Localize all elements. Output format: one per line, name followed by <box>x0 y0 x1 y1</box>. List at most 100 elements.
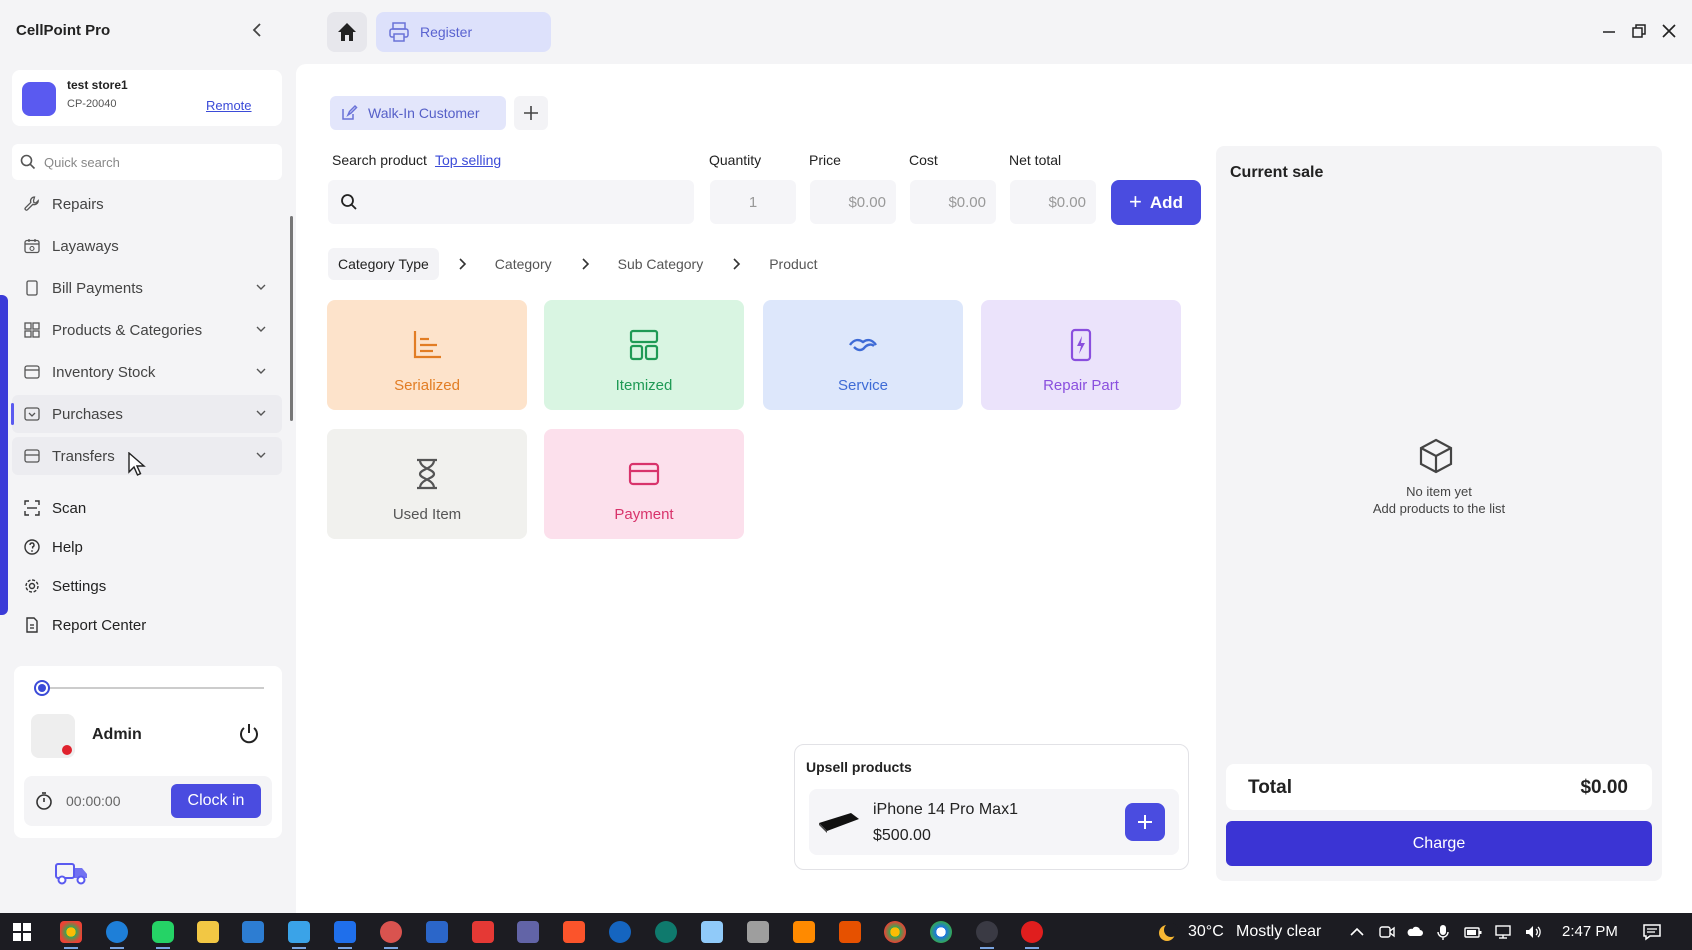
cost-field[interactable] <box>910 180 996 224</box>
sidebar-item-label: Report Center <box>52 616 147 634</box>
upsell-add-button[interactable] <box>1125 803 1165 841</box>
app-icon-10[interactable] <box>839 921 861 943</box>
network-icon[interactable] <box>1494 923 1512 941</box>
app-icon-5[interactable] <box>472 921 494 943</box>
chevron-up-icon[interactable] <box>1348 923 1366 941</box>
slider-knob[interactable] <box>34 680 50 696</box>
chrome-profile-2-icon[interactable] <box>930 921 952 943</box>
meet-icon[interactable] <box>1378 923 1396 941</box>
upsell-panel: Upsell products iPhone 14 Pro Max1 $500.… <box>794 744 1189 870</box>
cloud-icon[interactable] <box>1406 923 1424 941</box>
teams-icon[interactable] <box>517 921 539 943</box>
close-icon[interactable] <box>1660 22 1678 40</box>
sidebar-item-report-center[interactable]: Report Center <box>12 607 282 643</box>
notifications-icon[interactable] <box>1642 922 1662 942</box>
product-search-input[interactable] <box>368 193 678 211</box>
collapse-sidebar-icon[interactable] <box>248 20 268 40</box>
weather-condition: Mostly clear <box>1236 923 1322 940</box>
sidebar-item-transfers[interactable]: Transfers <box>12 437 282 475</box>
tile-repair-part[interactable]: Repair Part <box>981 300 1181 410</box>
total-label: Total <box>1248 777 1292 798</box>
quantity-field[interactable] <box>710 180 796 224</box>
app-icon-8[interactable] <box>701 921 723 943</box>
tile-itemized[interactable]: Itemized <box>544 300 744 410</box>
app-icon-3[interactable] <box>380 921 402 949</box>
edge-icon[interactable] <box>106 921 128 949</box>
search-product-label: Search product <box>332 152 427 168</box>
add-customer-button[interactable] <box>514 96 548 130</box>
app-icon-7[interactable] <box>655 921 677 943</box>
remote-link[interactable]: Remote <box>206 98 252 113</box>
breadcrumb-category[interactable]: Category <box>485 248 562 280</box>
calculator-icon[interactable] <box>747 921 769 943</box>
tile-used-item[interactable]: Used Item <box>327 429 527 539</box>
delivery-truck-icon[interactable] <box>52 858 92 888</box>
app-icon-6[interactable] <box>609 921 631 943</box>
top-selling-link[interactable]: Top selling <box>435 152 501 168</box>
home-button[interactable] <box>327 12 367 52</box>
app-icon-1[interactable] <box>288 921 310 949</box>
customer-tab[interactable]: Walk-In Customer <box>330 96 506 130</box>
file-explorer-icon[interactable] <box>197 921 219 943</box>
timer-text: 00:00:00 <box>66 793 121 809</box>
upsell-item[interactable]: iPhone 14 Pro Max1 $500.00 <box>809 789 1179 855</box>
windows-start-icon[interactable] <box>11 921 33 943</box>
price-field[interactable] <box>810 180 896 224</box>
sidebar-item-layaways[interactable]: Layaways <box>12 227 282 265</box>
store-card: test store1 CP-20040 Remote <box>12 70 282 126</box>
tile-serialized[interactable]: Serialized <box>327 300 527 410</box>
store-icon[interactable] <box>242 921 264 943</box>
tile-payment[interactable]: Payment <box>544 429 744 539</box>
customer-tab-label: Walk-In Customer <box>368 105 480 121</box>
search-icon <box>341 194 357 210</box>
sidebar-item-repairs[interactable]: Repairs <box>12 185 282 223</box>
sidebar-scrollbar[interactable] <box>290 216 293 421</box>
upsell-product-price: $500.00 <box>873 827 931 844</box>
sidebar-item-scan[interactable]: Scan <box>12 490 282 526</box>
sidebar-item-bill-payments[interactable]: Bill Payments <box>12 269 282 307</box>
tile-service[interactable]: Service <box>763 300 963 410</box>
app-window: CellPoint Pro test store1 CP-20040 Remot… <box>0 0 1692 913</box>
app-icon-2[interactable] <box>334 921 356 949</box>
sidebar-item-products-categories[interactable]: Products & Categories <box>12 311 282 349</box>
layout-icon <box>629 329 659 361</box>
whatsapp-icon[interactable] <box>152 921 174 949</box>
sidebar-item-settings[interactable]: Settings <box>12 568 282 604</box>
battery-icon[interactable] <box>1464 923 1482 941</box>
sidebar-item-help[interactable]: Help <box>12 529 282 565</box>
brave-icon[interactable] <box>563 921 585 943</box>
charge-button[interactable]: Charge <box>1226 821 1652 866</box>
app-icon-4[interactable] <box>426 921 448 943</box>
slider-track[interactable] <box>42 687 264 689</box>
breadcrumb-sub-category[interactable]: Sub Category <box>608 248 714 280</box>
net-total-field[interactable] <box>1010 180 1096 224</box>
clock-in-button[interactable]: Clock in <box>171 784 261 818</box>
home-icon <box>338 23 356 41</box>
cellpoint-app-icon[interactable] <box>976 921 998 949</box>
breadcrumb-category-type[interactable]: Category Type <box>328 248 439 280</box>
chrome-profile-icon[interactable] <box>884 921 906 943</box>
quick-search-input[interactable] <box>44 154 264 170</box>
add-product-button[interactable]: + Add <box>1111 180 1201 225</box>
empty-message: No item yet <box>1406 484 1472 499</box>
sidebar-item-label: Repairs <box>52 195 104 213</box>
microphone-icon[interactable] <box>1434 923 1452 941</box>
purchase-icon <box>22 404 42 424</box>
bill-icon <box>22 278 42 298</box>
sidebar-item-label: Scan <box>52 499 87 517</box>
clock-time: 2:47 PM <box>1562 923 1618 940</box>
power-icon[interactable] <box>236 721 262 747</box>
app-icon-9[interactable] <box>793 921 815 943</box>
chrome-icon[interactable] <box>60 921 82 949</box>
minimize-icon[interactable] <box>1600 22 1618 40</box>
price-label: Price <box>809 152 841 168</box>
tab-register[interactable]: Register <box>376 12 551 52</box>
sidebar-item-inventory-stock[interactable]: Inventory Stock <box>12 353 282 391</box>
volume-icon[interactable] <box>1524 923 1542 941</box>
record-icon[interactable] <box>1021 921 1043 949</box>
restore-icon[interactable] <box>1630 22 1648 40</box>
breadcrumb-product[interactable]: Product <box>759 248 827 280</box>
sidebar-item-label: Purchases <box>52 405 123 423</box>
breadcrumb: Category Type Category Sub Category Prod… <box>328 246 827 282</box>
sidebar-item-purchases[interactable]: Purchases <box>11 395 282 433</box>
